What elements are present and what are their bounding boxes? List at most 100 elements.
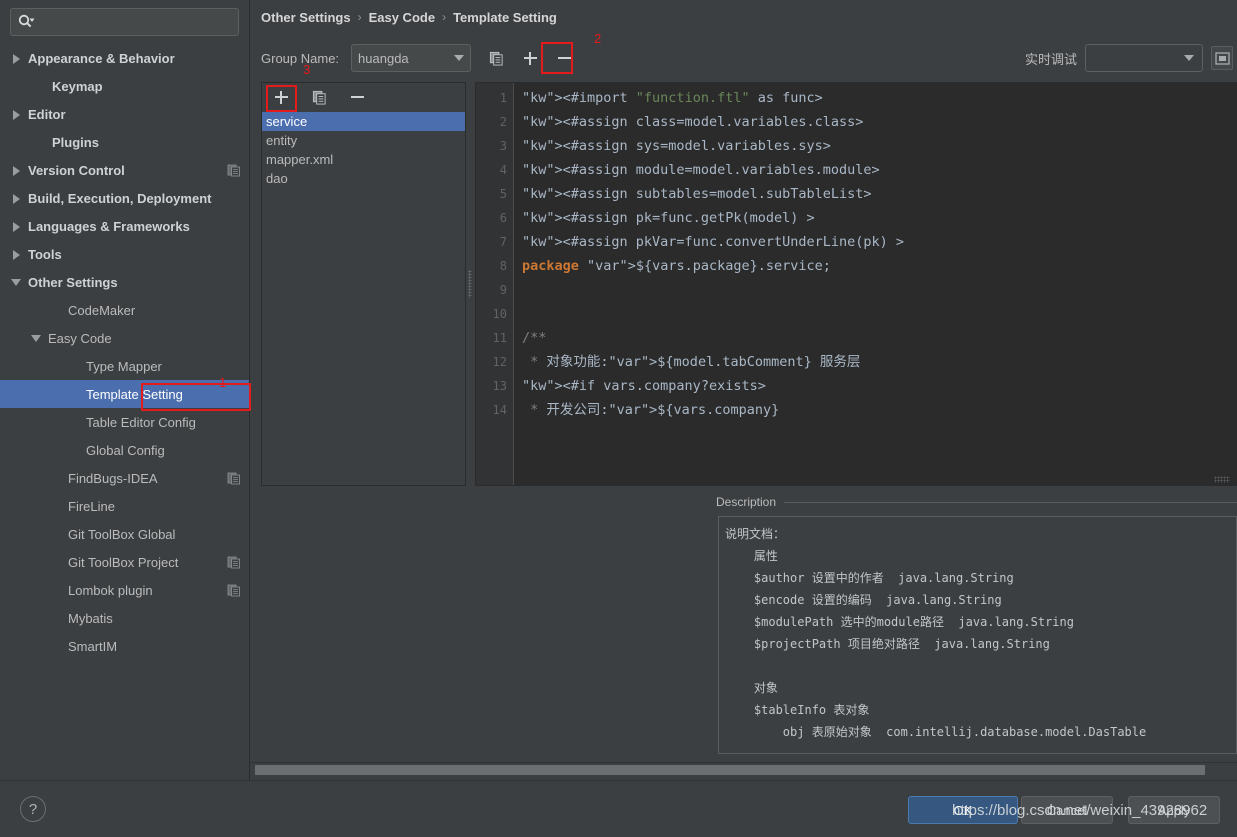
sidebar-item-appearance-behavior[interactable]: Appearance & Behavior bbox=[0, 44, 249, 72]
sidebar-item-label: FireLine bbox=[68, 498, 115, 514]
sidebar-item-languages-frameworks[interactable]: Languages & Frameworks bbox=[0, 212, 249, 240]
sidebar-item-plugins[interactable]: Plugins bbox=[0, 128, 249, 156]
chevron-right-icon[interactable] bbox=[10, 163, 24, 177]
sidebar-item-lombok-plugin[interactable]: Lombok plugin bbox=[0, 576, 249, 604]
live-debug-group: 实时调试 bbox=[1025, 44, 1233, 72]
remove-group-button[interactable] bbox=[551, 45, 577, 71]
sidebar-item-label: Git ToolBox Project bbox=[68, 554, 179, 570]
code-line: "kw"><#if vars.company?exists> bbox=[522, 378, 766, 394]
template-editor-row: service entity mapper.xml dao 1 2 3 4 5 6 7 8 9 10 11… bbox=[261, 82, 1237, 486]
sidebar-item-git-toolbox-global[interactable]: Git ToolBox Global bbox=[0, 520, 249, 548]
live-debug-label: 实时调试 bbox=[1024, 51, 1077, 67]
sidebar-item-template-setting[interactable]: Template Setting bbox=[0, 380, 249, 408]
editor-resize-grip[interactable] bbox=[1214, 476, 1230, 483]
sidebar-item-type-mapper[interactable]: Type Mapper bbox=[0, 352, 249, 380]
sidebar-item-mybatis[interactable]: Mybatis bbox=[0, 604, 249, 632]
plus-icon bbox=[529, 51, 532, 65]
copy-template-button[interactable] bbox=[306, 84, 332, 110]
main-pane: Other Settings › Easy Code › Template Se… bbox=[250, 0, 1237, 780]
chevron-down-icon bbox=[1184, 55, 1194, 61]
description-panel[interactable]: 说明文档： 属性 $author 设置中的作者 java.lang.String… bbox=[718, 516, 1237, 754]
chevron-down-icon[interactable] bbox=[10, 275, 24, 289]
sidebar-item-label: Type Mapper bbox=[86, 358, 162, 374]
sidebar-item-label: CodeMaker bbox=[68, 302, 136, 318]
expand-editor-button[interactable] bbox=[1211, 46, 1233, 70]
code-line: "kw"><#import "function.ftl" as func> bbox=[522, 90, 823, 106]
sidebar-item-label: Other Settings bbox=[28, 274, 118, 290]
sidebar-item-git-toolbox-project[interactable]: Git ToolBox Project bbox=[0, 548, 249, 576]
chevron-right-icon[interactable] bbox=[10, 247, 24, 261]
breadcrumb-item-easy-code[interactable]: Easy Code bbox=[369, 10, 435, 25]
scrollbar-thumb[interactable] bbox=[255, 765, 1205, 775]
code-editor[interactable]: 1 2 3 4 5 6 7 8 9 10 11 12 13 14 "kw"><#import "funct… bbox=[475, 82, 1237, 486]
chevron-right-icon[interactable] bbox=[10, 219, 24, 233]
list-item[interactable]: service bbox=[262, 112, 465, 131]
sidebar-item-tools[interactable]: Tools bbox=[0, 240, 249, 268]
code-content[interactable]: "kw"><#import "function.ftl" as func> "kw… bbox=[514, 83, 1236, 485]
add-group-button[interactable] bbox=[517, 45, 543, 71]
copy-icon bbox=[312, 90, 326, 105]
no-icon bbox=[50, 583, 64, 597]
horizontal-scrollbar[interactable] bbox=[250, 762, 1237, 776]
chevron-down-icon[interactable] bbox=[30, 331, 44, 345]
no-icon bbox=[50, 639, 64, 653]
sidebar-item-easy-code[interactable]: Easy Code bbox=[0, 324, 249, 352]
code-line: "kw"><#assign sys=model.variables.sys> bbox=[522, 138, 831, 154]
sidebar-item-version-control[interactable]: Version Control bbox=[0, 156, 249, 184]
group-name-select[interactable]: huangda bbox=[351, 44, 472, 72]
minus-icon bbox=[350, 96, 364, 98]
no-icon bbox=[50, 527, 64, 541]
add-template-button[interactable] bbox=[268, 84, 294, 110]
remove-template-button[interactable] bbox=[344, 84, 370, 110]
line-number: 11 bbox=[492, 331, 507, 345]
no-icon bbox=[68, 359, 82, 373]
no-icon bbox=[50, 555, 64, 569]
panel-splitter[interactable] bbox=[466, 82, 475, 486]
line-number: 13 bbox=[492, 379, 507, 393]
list-item[interactable]: mapper.xml bbox=[262, 150, 465, 169]
no-icon bbox=[50, 471, 64, 485]
copy-group-button[interactable] bbox=[483, 45, 509, 71]
project-scope-icon bbox=[227, 583, 241, 597]
search-box[interactable] bbox=[10, 8, 239, 36]
search-input[interactable] bbox=[35, 15, 232, 29]
breadcrumb-separator: › bbox=[442, 10, 447, 24]
sidebar-item-findbugs-idea[interactable]: FindBugs-IDEA bbox=[0, 464, 249, 492]
template-list[interactable]: service entity mapper.xml dao bbox=[262, 111, 465, 485]
line-number: 7 bbox=[499, 235, 507, 249]
chevron-right-icon[interactable] bbox=[10, 107, 24, 121]
chevron-down-icon bbox=[454, 55, 465, 61]
sidebar-item-label: Lombok plugin bbox=[68, 582, 153, 598]
sidebar-item-editor[interactable]: Editor bbox=[0, 100, 249, 128]
line-number: 4 bbox=[499, 163, 507, 177]
sidebar-item-codemaker[interactable]: CodeMaker bbox=[0, 296, 249, 324]
chevron-right-icon[interactable] bbox=[10, 51, 24, 65]
description-title: Description bbox=[716, 495, 777, 509]
sidebar-item-table-editor-config[interactable]: Table Editor Config bbox=[0, 408, 249, 436]
sidebar-item-label: Mybatis bbox=[68, 610, 113, 626]
code-line: package "var">${vars.package}.service; bbox=[522, 258, 831, 274]
code-line: /** bbox=[522, 330, 547, 346]
description-text: 说明文档： 属性 $author 设置中的作者 java.lang.String… bbox=[725, 527, 1147, 739]
plus-icon bbox=[280, 90, 282, 104]
sidebar-item-fireline[interactable]: FireLine bbox=[0, 492, 249, 520]
chevron-right-icon[interactable] bbox=[10, 191, 24, 205]
project-scope-icon bbox=[227, 555, 241, 569]
no-icon bbox=[50, 611, 64, 625]
sidebar-item-label: Keymap bbox=[52, 78, 103, 94]
sidebar-item-keymap[interactable]: Keymap bbox=[0, 72, 249, 100]
list-item[interactable]: dao bbox=[262, 169, 465, 188]
list-item[interactable]: entity bbox=[262, 131, 465, 150]
help-button[interactable]: ? bbox=[20, 796, 46, 822]
sidebar-item-smartim[interactable]: SmartIM bbox=[0, 632, 249, 660]
sidebar-item-label: Tools bbox=[28, 246, 62, 262]
code-line: * 开发公司:"var">${vars.company} bbox=[522, 402, 780, 418]
breadcrumb-item-other-settings[interactable]: Other Settings bbox=[261, 10, 351, 25]
sidebar-item-global-config[interactable]: Global Config bbox=[0, 436, 249, 464]
live-debug-select[interactable] bbox=[1085, 44, 1203, 72]
search-wrap bbox=[0, 0, 249, 36]
sidebar-item-other-settings[interactable]: Other Settings bbox=[0, 268, 249, 296]
sidebar-item-build-execution-deployment[interactable]: Build, Execution, Deployment bbox=[0, 184, 249, 212]
no-icon bbox=[68, 387, 82, 401]
